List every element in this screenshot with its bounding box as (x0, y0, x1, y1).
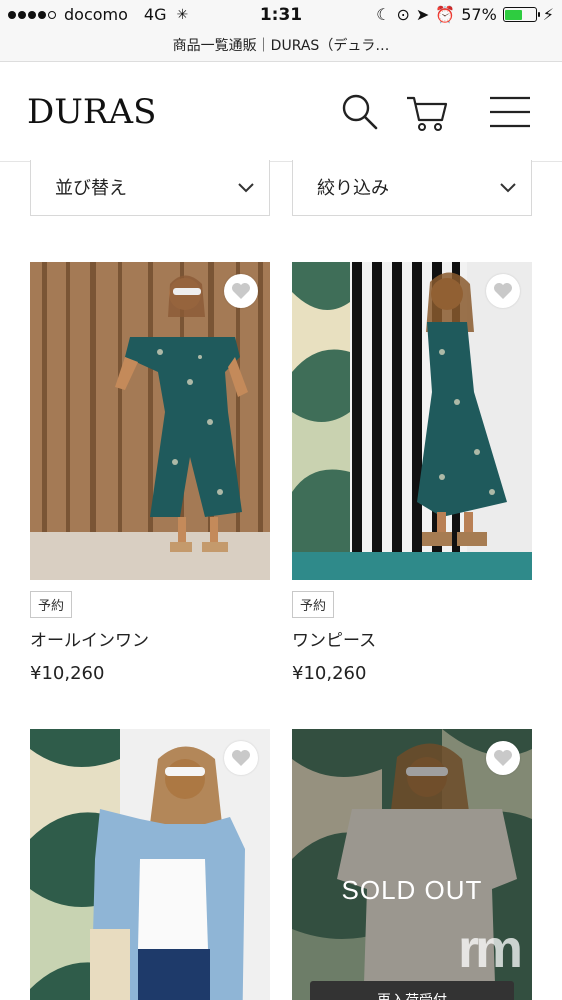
moon-icon: ☾ (376, 5, 391, 24)
cart-icon[interactable] (404, 90, 448, 134)
product-image[interactable] (30, 262, 270, 580)
alarm-icon: ⏰ (435, 5, 456, 24)
filter-label: 絞り込み (317, 178, 389, 199)
preorder-badge: 予約 (30, 591, 73, 618)
favorite-heart-icon[interactable] (224, 274, 258, 308)
status-bar: docomo 4G ✳ 1:31 ☾ ⊙ ➤ ⏰ 57% ⚡ (0, 0, 562, 30)
charging-icon: ⚡ (542, 5, 554, 24)
sold-out-label: SOLD OUT (341, 875, 483, 905)
favorite-heart-icon[interactable] (486, 274, 520, 308)
site-logo[interactable]: DURAS (27, 92, 156, 132)
product-price: ¥10,260 (30, 663, 105, 684)
preorder-badge: 予約 (292, 591, 335, 618)
browser-url-bar[interactable]: 商品一覧通販｜DURAS（デュラ… (0, 30, 562, 62)
product-card[interactable] (30, 729, 270, 1000)
product-name[interactable]: オールインワン (30, 626, 270, 651)
watermark-logo: rm (458, 919, 523, 979)
product-name[interactable]: ワンピース (292, 626, 532, 651)
product-card[interactable]: 予約 ワンピース ¥10,260 (292, 262, 532, 684)
product-card[interactable]: 予約 オールインワン ¥10,260 (30, 262, 270, 684)
location-icon: ➤ (415, 5, 430, 24)
favorite-heart-icon[interactable] (486, 741, 520, 775)
battery-icon (502, 7, 540, 22)
site-header: DURAS (0, 62, 562, 162)
restock-request-button[interactable]: 再入荷受付 (310, 981, 514, 1000)
sort-label: 並び替え (55, 178, 127, 199)
sort-dropdown[interactable]: 並び替え (30, 160, 270, 216)
filter-dropdown[interactable]: 絞り込み (292, 160, 532, 216)
menu-icon[interactable] (488, 90, 532, 134)
search-icon[interactable] (338, 90, 382, 134)
status-right: ☾ ⊙ ➤ ⏰ 57% ⚡ (376, 5, 554, 24)
product-price: ¥10,260 (292, 663, 367, 684)
chevron-down-icon (238, 183, 254, 193)
battery-percent: 57% (461, 5, 497, 24)
product-image[interactable] (292, 262, 532, 580)
lock-rotation-icon: ⊙ (396, 5, 410, 24)
product-image[interactable] (30, 729, 270, 1000)
chevron-down-icon (500, 183, 516, 193)
favorite-heart-icon[interactable] (224, 741, 258, 775)
